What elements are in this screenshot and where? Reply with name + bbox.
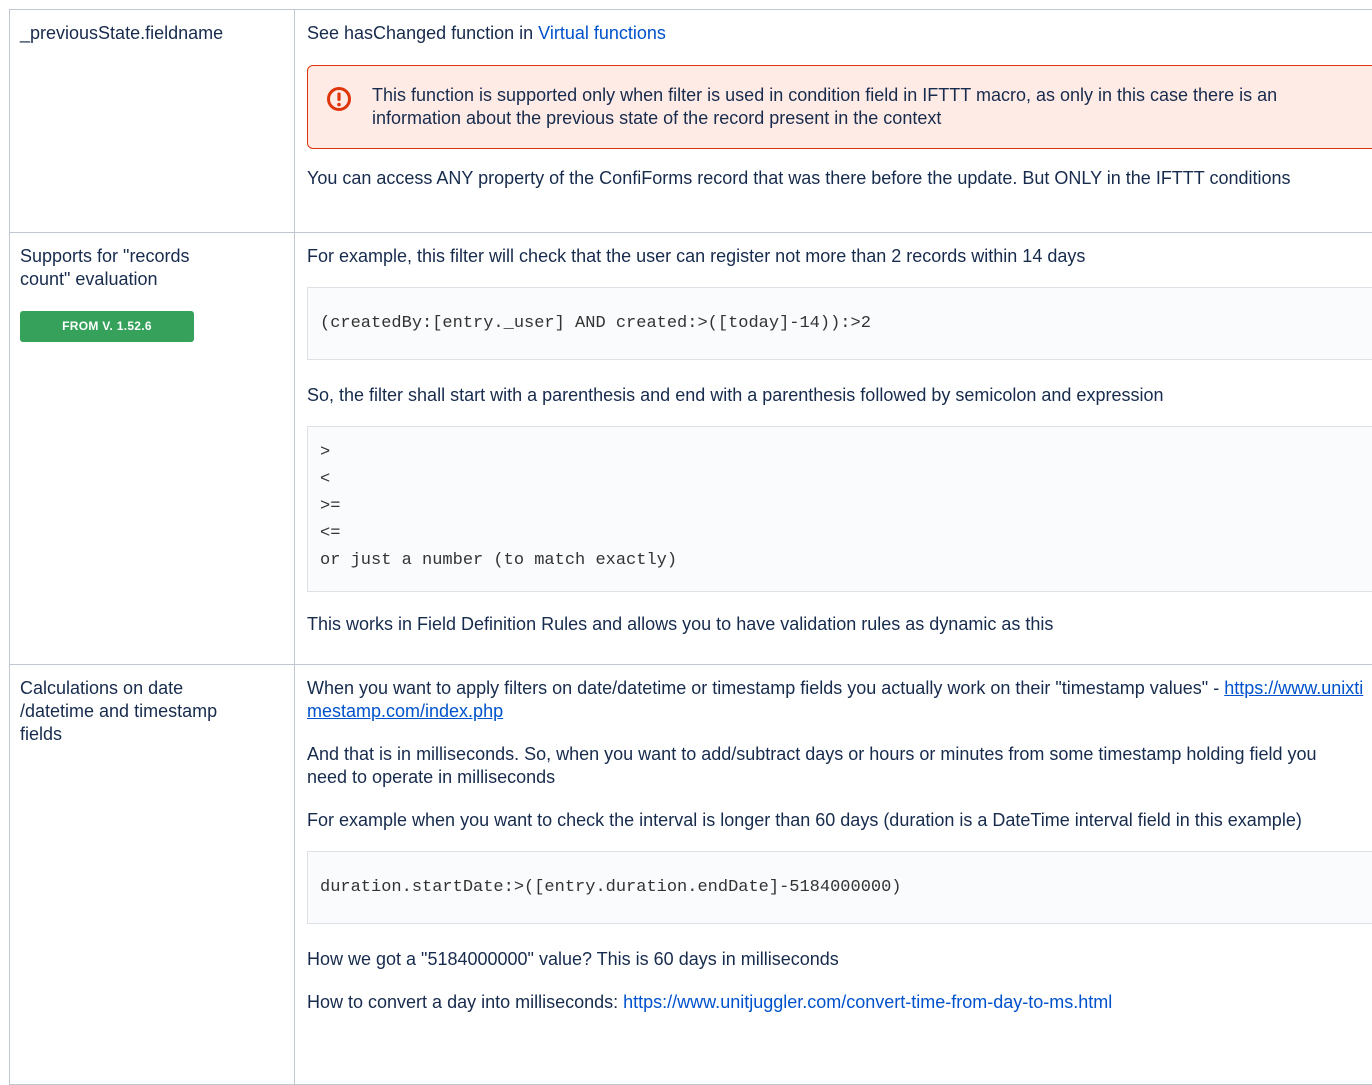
code-block: duration.startDate:>([entry.duration.end… <box>307 851 1372 924</box>
description-text: See hasChanged function in <box>307 23 538 43</box>
code-block: > < >= <= or just a number (to match exa… <box>307 426 1372 592</box>
virtual-functions-link[interactable]: Virtual functions <box>538 23 666 43</box>
unitjuggler-link[interactable]: https://www.unitjuggler.com/convert-time… <box>623 992 1112 1012</box>
feature-description-cell: When you want to apply filters on date/d… <box>295 665 1372 1085</box>
description-paragraph: This works in Field Definition Rules and… <box>307 613 1372 636</box>
feature-name: Calculations on date /datetime and times… <box>20 677 245 746</box>
content-table: _previousState.fieldname See hasChanged … <box>9 9 1372 1085</box>
feature-name: Supports for "records count" evaluation <box>20 245 210 291</box>
description-text: How to convert a day into milliseconds: <box>307 992 623 1012</box>
code-block: (createdBy:[entry._user] AND created:>([… <box>307 287 1372 360</box>
description-text: When you want to apply filters on date/d… <box>307 678 1224 698</box>
badge-wrapper: FROM V. 1.52.6 <box>20 311 284 342</box>
note-paragraph: You can access ANY property of the Confi… <box>307 167 1372 190</box>
table-row: Supports for "records count" evaluation … <box>10 233 1372 665</box>
table-row: _previousState.fieldname See hasChanged … <box>10 10 1372 233</box>
feature-name-cell: _previousState.fieldname <box>10 10 295 233</box>
description-paragraph: How to convert a day into milliseconds: … <box>307 991 1372 1014</box>
error-panel-text: This function is supported only when fil… <box>372 85 1277 128</box>
error-panel: This function is supported only when fil… <box>307 65 1372 149</box>
description-paragraph: For example, this filter will check that… <box>307 245 1372 268</box>
version-badge: FROM V. 1.52.6 <box>20 311 194 342</box>
description-paragraph: So, the filter shall start with a parent… <box>307 384 1372 407</box>
description-paragraph: For example when you want to check the i… <box>307 809 1372 832</box>
feature-description-cell: See hasChanged function in Virtual funct… <box>295 10 1372 233</box>
feature-name: _previousState.fieldname <box>20 23 223 43</box>
feature-name-cell: Supports for "records count" evaluation … <box>10 233 295 665</box>
description-paragraph: When you want to apply filters on date/d… <box>307 677 1372 723</box>
feature-name-cell: Calculations on date /datetime and times… <box>10 665 295 1085</box>
description-paragraph: And that is in milliseconds. So, when yo… <box>307 743 1372 789</box>
description-paragraph: How we got a "5184000000" value? This is… <box>307 948 1372 971</box>
feature-description-cell: For example, this filter will check that… <box>295 233 1372 665</box>
error-icon <box>326 86 352 112</box>
table-row: Calculations on date /datetime and times… <box>10 665 1372 1085</box>
description-paragraph: See hasChanged function in Virtual funct… <box>307 22 1372 45</box>
